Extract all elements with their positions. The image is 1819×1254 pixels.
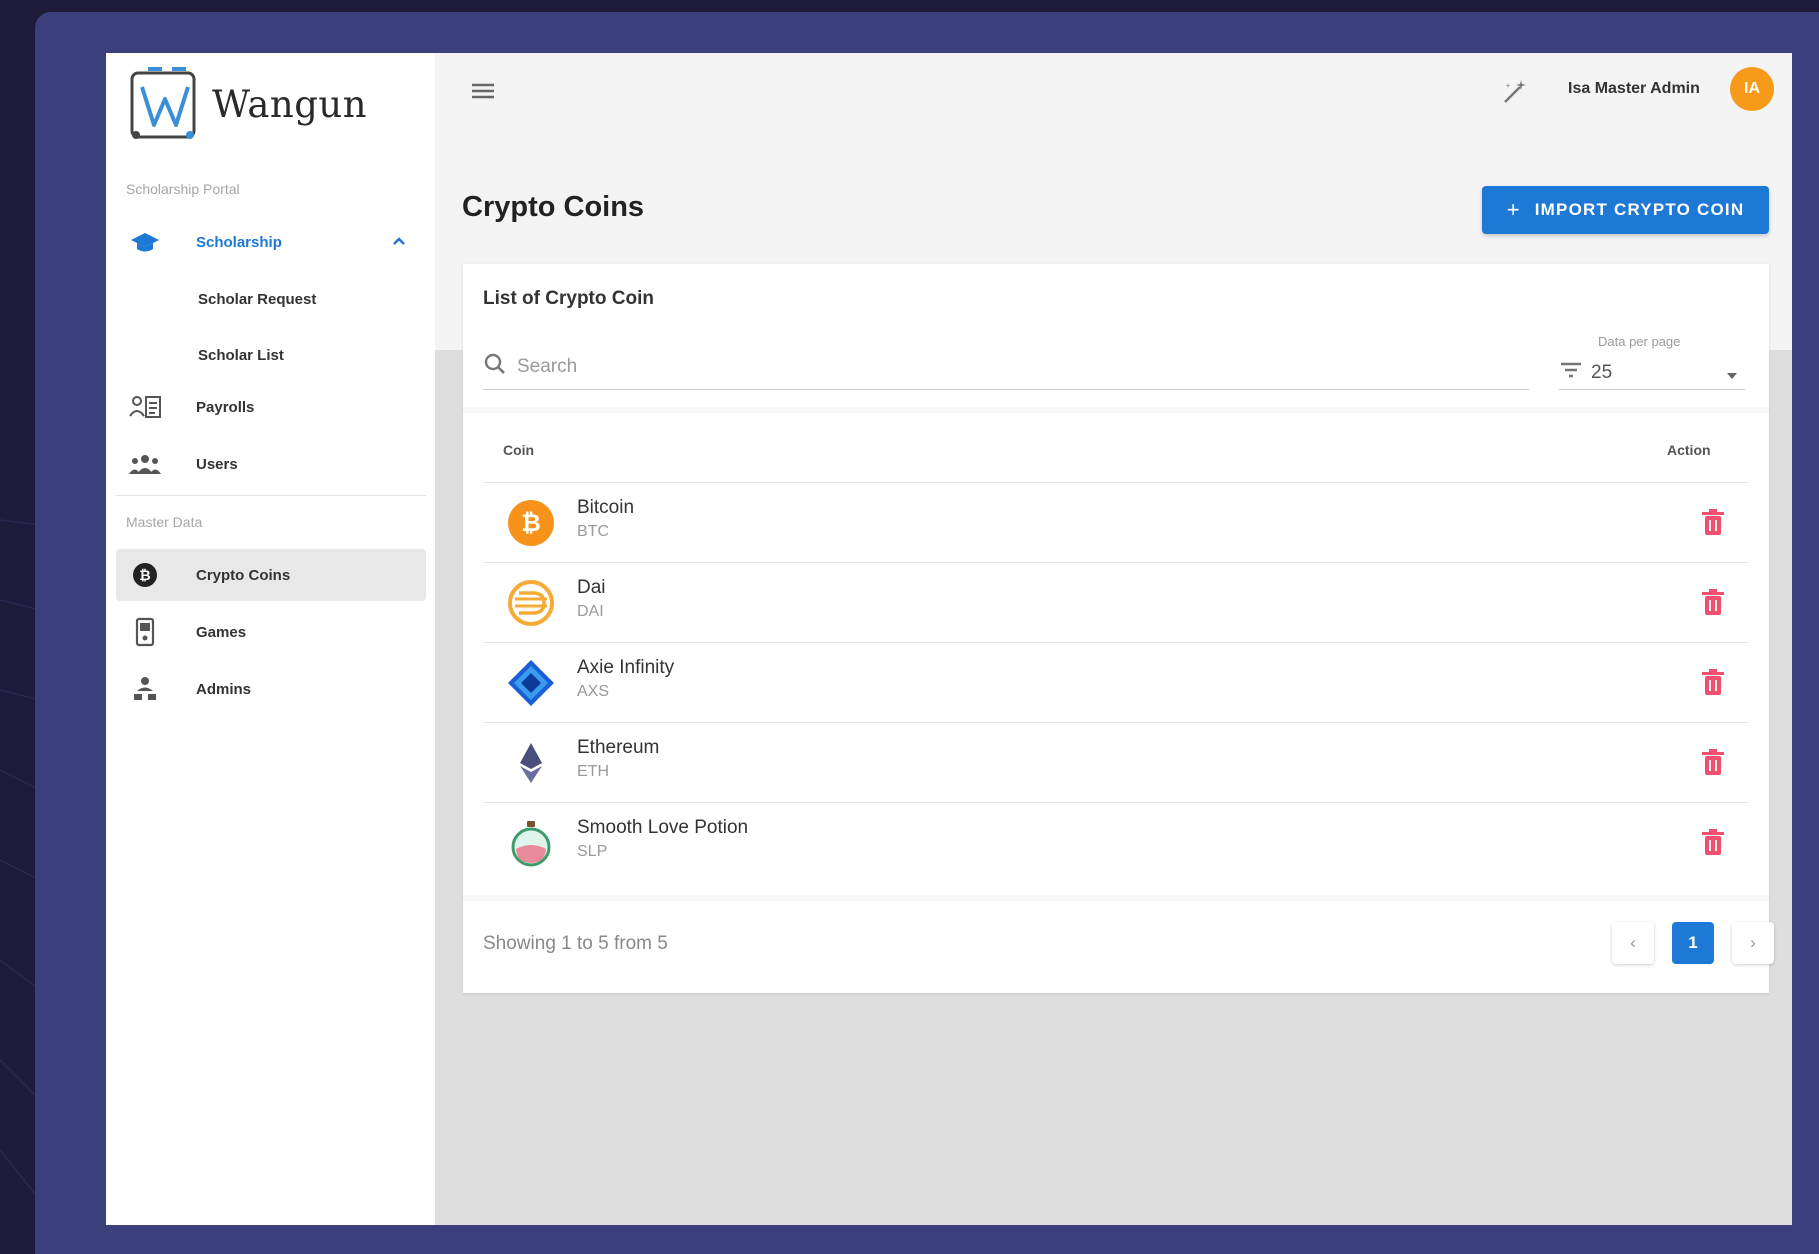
search-icon bbox=[483, 352, 507, 381]
magic-wand-icon[interactable] bbox=[1500, 77, 1530, 112]
table-row: Axie Infinity AXS bbox=[483, 642, 1749, 722]
section-label-master-data: Master Data bbox=[126, 514, 203, 530]
payroll-icon bbox=[120, 394, 170, 420]
sidebar-item-admins[interactable]: Admins bbox=[116, 663, 426, 715]
brand-logo[interactable]: Wangun bbox=[128, 65, 367, 143]
sidebar-item-games[interactable]: Games bbox=[116, 606, 426, 658]
svg-text:₿: ₿ bbox=[139, 568, 150, 584]
hamburger-menu-icon[interactable] bbox=[470, 81, 496, 106]
user-name[interactable]: Isa Master Admin bbox=[1568, 80, 1700, 98]
delete-icon[interactable] bbox=[1699, 748, 1727, 783]
coin-symbol: ETH bbox=[577, 763, 609, 780]
brand-name: Wangun bbox=[212, 82, 368, 126]
coin-name: Dai bbox=[577, 577, 606, 598]
game-icon bbox=[120, 617, 170, 647]
sidebar-item-scholarship[interactable]: Scholarship bbox=[116, 216, 426, 268]
graduation-cap-icon bbox=[120, 230, 170, 254]
delete-icon[interactable] bbox=[1699, 588, 1727, 623]
table-row: Ethereum ETH bbox=[483, 722, 1749, 802]
column-header-coin: Coin bbox=[503, 442, 535, 458]
previous-page-button[interactable]: ‹ bbox=[1612, 922, 1654, 964]
app-window: Wangun Scholarship Portal Scholarship Sc… bbox=[106, 53, 1792, 1225]
import-crypto-coin-button[interactable]: + IMPORT CRYPTO COIN bbox=[1482, 186, 1769, 234]
coin-icon: ₿ bbox=[120, 562, 170, 588]
section-label-scholarship: Scholarship Portal bbox=[126, 181, 240, 197]
coin-symbol: BTC bbox=[577, 523, 609, 540]
sidebar-item-users[interactable]: Users bbox=[116, 438, 426, 490]
sidebar-subitem-scholar-list[interactable]: Scholar List bbox=[198, 347, 284, 364]
sidebar-item-label: Games bbox=[196, 623, 247, 641]
sidebar-item-label: Scholarship bbox=[196, 233, 282, 251]
next-page-button[interactable]: › bbox=[1732, 922, 1774, 964]
page-button-current[interactable]: 1 bbox=[1672, 922, 1714, 964]
admin-icon bbox=[120, 675, 170, 703]
dai-icon bbox=[508, 580, 554, 626]
wangun-logo-icon bbox=[130, 67, 196, 139]
table-row: Smooth Love Potion SLP bbox=[483, 802, 1749, 882]
sidebar-item-crypto-coins[interactable]: ₿ Crypto Coins bbox=[116, 549, 426, 601]
table-separator bbox=[463, 407, 1769, 413]
search-input[interactable] bbox=[517, 355, 1417, 378]
avatar[interactable]: IA bbox=[1730, 67, 1774, 111]
coin-name: Smooth Love Potion bbox=[577, 817, 749, 838]
per-page-select[interactable]: 25 bbox=[1559, 356, 1745, 390]
coin-symbol: SLP bbox=[577, 843, 608, 860]
delete-icon[interactable] bbox=[1699, 508, 1727, 543]
search-field[interactable] bbox=[483, 344, 1529, 390]
users-icon bbox=[120, 452, 170, 476]
svg-text:₿: ₿ bbox=[521, 509, 541, 537]
coin-name: Axie Infinity bbox=[577, 657, 675, 678]
pagination-summary: Showing 1 to 5 from 5 bbox=[483, 933, 668, 954]
import-button-label: IMPORT CRYPTO COIN bbox=[1534, 200, 1745, 219]
sidebar-subitem-scholar-request[interactable]: Scholar Request bbox=[198, 291, 316, 308]
per-page-label: Data per page bbox=[1598, 334, 1681, 349]
delete-icon[interactable] bbox=[1699, 668, 1727, 703]
sidebar-item-label: Payrolls bbox=[196, 398, 255, 416]
coin-name: Ethereum bbox=[577, 737, 660, 758]
sidebar-item-label: Crypto Coins bbox=[196, 566, 291, 584]
page-title: Crypto Coins bbox=[462, 191, 645, 223]
caret-down-icon bbox=[1725, 368, 1739, 386]
sidebar-item-label: Users bbox=[196, 455, 238, 473]
ethereum-icon bbox=[520, 743, 542, 783]
coin-symbol: DAI bbox=[577, 603, 604, 620]
sidebar-item-payrolls[interactable]: Payrolls bbox=[116, 381, 426, 433]
sidebar-divider bbox=[116, 495, 426, 496]
sidebar-item-label: Admins bbox=[196, 680, 252, 698]
filter-icon bbox=[1559, 361, 1583, 384]
table-footer-separator bbox=[463, 895, 1769, 901]
per-page-value: 25 bbox=[1591, 361, 1613, 383]
coin-name: Bitcoin bbox=[577, 497, 635, 518]
axie-infinity-icon bbox=[508, 660, 554, 706]
smooth-love-potion-icon bbox=[511, 821, 551, 867]
plus-icon: + bbox=[1506, 197, 1521, 222]
chevron-up-icon[interactable] bbox=[390, 232, 408, 255]
delete-icon[interactable] bbox=[1699, 828, 1727, 863]
coin-symbol: AXS bbox=[577, 683, 610, 700]
card-title: List of Crypto Coin bbox=[483, 288, 654, 309]
table-row: ₿ Bitcoin BTC bbox=[483, 482, 1749, 562]
column-header-action: Action bbox=[1667, 442, 1711, 458]
table-row: Dai DAI bbox=[483, 562, 1749, 642]
bitcoin-icon: ₿ bbox=[508, 500, 554, 546]
sidebar: Wangun Scholarship Portal Scholarship Sc… bbox=[106, 53, 435, 1225]
crypto-coin-list-card: List of Crypto Coin Data per page 25 Coi… bbox=[463, 264, 1774, 993]
